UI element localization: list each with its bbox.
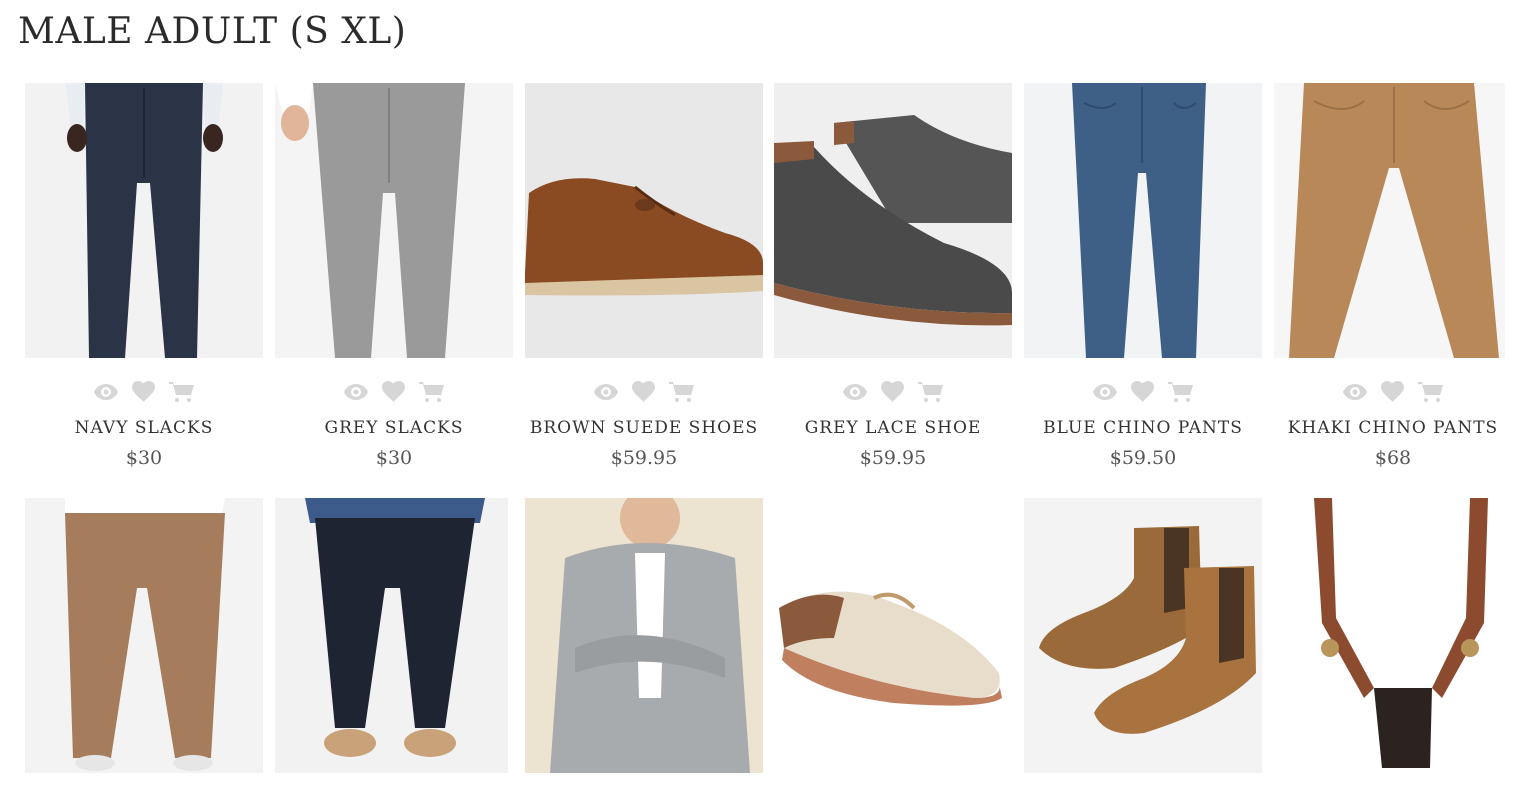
product-price: $59.95	[610, 447, 678, 469]
product-image-blue-chino-pants[interactable]	[1024, 83, 1262, 358]
product-price: $30	[125, 447, 163, 469]
quick-view-icon[interactable]	[593, 379, 619, 405]
wishlist-heart-icon[interactable]	[1130, 379, 1156, 405]
wishlist-heart-icon[interactable]	[381, 379, 407, 405]
quick-view-icon[interactable]	[1092, 379, 1118, 405]
product-image-navy-jeans-loafers[interactable]	[275, 498, 508, 773]
product-image-chelsea-boots[interactable]	[1024, 498, 1262, 773]
product-image-grey-slacks[interactable]	[275, 83, 513, 358]
product-image-grey-cardigan[interactable]	[525, 498, 763, 773]
add-to-cart-icon[interactable]	[669, 379, 695, 405]
product-price: $59.50	[1109, 447, 1177, 469]
quick-view-icon[interactable]	[93, 379, 119, 405]
quick-view-icon[interactable]	[1342, 379, 1368, 405]
page-title: MALE ADULT (S XL)	[18, 11, 407, 52]
quick-view-icon[interactable]	[343, 379, 369, 405]
product-price: $59.95	[859, 447, 927, 469]
add-to-cart-icon[interactable]	[169, 379, 195, 405]
product-image-khaki-chino-pants[interactable]	[1274, 83, 1505, 358]
product-name[interactable]: NAVY SLACKS	[25, 418, 263, 438]
product-name[interactable]: KHAKI CHINO PANTS	[1274, 418, 1512, 438]
product-image-leather-suspenders[interactable]	[1274, 498, 1505, 773]
add-to-cart-icon[interactable]	[419, 379, 445, 405]
product-image-grey-lace-shoe[interactable]	[774, 83, 1012, 358]
product-image-navy-slacks[interactable]	[25, 83, 263, 358]
add-to-cart-icon[interactable]	[918, 379, 944, 405]
product-name[interactable]: BROWN SUEDE SHOES	[525, 418, 763, 438]
product-image-brown-suede-shoes[interactable]	[525, 83, 763, 358]
product-name[interactable]: GREY SLACKS	[275, 418, 513, 438]
quick-view-icon[interactable]	[842, 379, 868, 405]
wishlist-heart-icon[interactable]	[631, 379, 657, 405]
wishlist-heart-icon[interactable]	[1380, 379, 1406, 405]
product-name[interactable]: GREY LACE SHOE	[774, 418, 1012, 438]
product-name[interactable]: BLUE CHINO PANTS	[1024, 418, 1262, 438]
product-price: $30	[375, 447, 413, 469]
wishlist-heart-icon[interactable]	[131, 379, 157, 405]
add-to-cart-icon[interactable]	[1168, 379, 1194, 405]
product-price: $68	[1374, 447, 1412, 469]
product-image-boat-shoe[interactable]	[774, 498, 1012, 773]
add-to-cart-icon[interactable]	[1418, 379, 1444, 405]
product-image-tan-chinos[interactable]	[25, 498, 263, 773]
wishlist-heart-icon[interactable]	[880, 379, 906, 405]
